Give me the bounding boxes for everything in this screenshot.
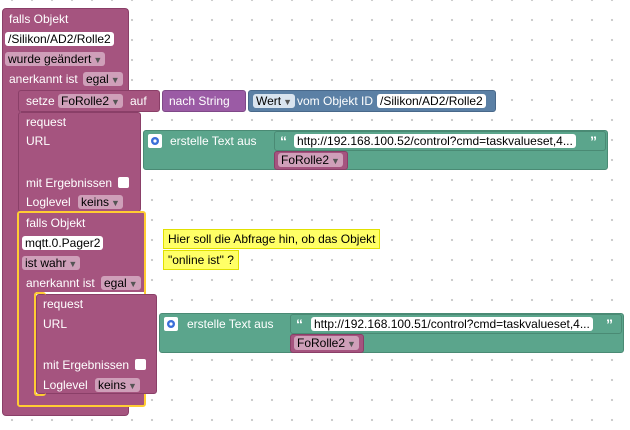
request1-label: request — [26, 115, 67, 129]
chevron-down-icon: ▼ — [93, 55, 103, 65]
outer-object-id-field[interactable]: /Silikon/AD2/Rolle2 — [5, 32, 114, 46]
request1-var-dropdown[interactable]: FoRolle2 ▼ — [278, 153, 343, 167]
from-object-label: vom Objekt ID — [297, 94, 374, 108]
request1-url-field[interactable]: http://192.168.100.52/control?cmd=taskva… — [294, 134, 576, 148]
chevron-down-icon: ▼ — [347, 339, 356, 349]
request1-results-checkbox[interactable] — [118, 177, 129, 188]
value-attribute-value: Wert — [256, 94, 282, 108]
set-label: setze — [26, 94, 55, 108]
request2-loglevel-label: Loglevel — [43, 378, 88, 392]
open-quote-icon: “ — [280, 133, 287, 149]
close-quote-icon: ” — [606, 316, 613, 332]
set-object-id-field[interactable]: /Silikon/AD2/Rolle2 — [377, 94, 486, 108]
set-on-label: auf — [130, 94, 147, 108]
chevron-down-icon: ▼ — [128, 381, 137, 391]
convert-label: nach String — [169, 94, 230, 108]
set-variable-value: FoRolle2 — [61, 94, 110, 108]
text-join1-label: erstelle Text aus — [170, 134, 257, 148]
outer-ack-label: anerkannt ist — [9, 72, 78, 86]
request2-label: request — [43, 297, 84, 311]
inner-trigger-bottom — [18, 394, 145, 406]
set-variable-dropdown[interactable]: FoRolle2 ▼ — [58, 94, 123, 108]
inner-if-label: falls Objekt — [26, 216, 86, 230]
request1-loglevel-dropdown[interactable]: keins ▼ — [78, 195, 123, 209]
request2-var-value: FoRolle2 — [297, 336, 346, 350]
chevron-down-icon: ▼ — [283, 97, 293, 107]
chevron-down-icon: ▼ — [331, 156, 340, 166]
request2-var-dropdown[interactable]: FoRolle2 ▼ — [294, 336, 359, 350]
request2-results-checkbox[interactable] — [135, 359, 146, 370]
comment-line-1[interactable]: Hier soll die Abfrage hin, ob das Objekt — [163, 229, 381, 249]
open-quote-icon: “ — [296, 316, 303, 332]
gear-icon[interactable] — [148, 134, 162, 148]
request2-loglevel-dropdown[interactable]: keins ▼ — [95, 378, 140, 392]
outer-if-label: falls Objekt — [9, 12, 69, 26]
request2-url-field[interactable]: http://192.168.100.51/control?cmd=taskva… — [311, 317, 593, 331]
chevron-down-icon: ▼ — [128, 279, 138, 289]
inner-condition-dropdown[interactable]: ist wahr ▼ — [22, 256, 81, 270]
value-attribute-dropdown[interactable]: Wert ▼ — [253, 94, 296, 108]
outer-ack-dropdown[interactable]: egal ▼ — [83, 72, 123, 86]
inner-object-id-field[interactable]: mqtt.0.Pager2 — [22, 236, 104, 250]
request1-var-value: FoRolle2 — [281, 153, 330, 167]
close-quote-icon: ” — [590, 133, 597, 149]
comment-line-2[interactable]: "online ist" ? — [163, 250, 239, 270]
outer-changed-value: wurde geändert — [8, 52, 92, 66]
request1-loglevel-value: keins — [81, 195, 110, 209]
request1-results-label: mit Ergebnissen — [26, 176, 113, 190]
chevron-down-icon: ▼ — [68, 259, 78, 269]
request2-loglevel-value: keins — [98, 378, 127, 392]
inner-ack-label: anerkannt ist — [26, 276, 95, 290]
request1-url-label: URL — [26, 134, 51, 148]
chevron-down-icon: ▼ — [111, 97, 120, 107]
inner-ack-dropdown[interactable]: egal ▼ — [101, 276, 141, 290]
outer-ack-value: egal — [86, 72, 109, 86]
text-join2-label: erstelle Text aus — [187, 317, 274, 331]
inner-ack-value: egal — [104, 276, 127, 290]
gear-icon[interactable] — [164, 317, 178, 331]
request1-loglevel-label: Loglevel — [26, 195, 71, 209]
request2-url-label: URL — [43, 317, 68, 331]
request2-results-label: mit Ergebnissen — [43, 358, 130, 372]
chevron-down-icon: ▼ — [111, 198, 120, 208]
inner-trigger-spine — [18, 290, 36, 396]
inner-condition-value: ist wahr — [25, 256, 67, 270]
chevron-down-icon: ▼ — [110, 75, 120, 85]
outer-changed-dropdown[interactable]: wurde geändert ▼ — [5, 52, 106, 66]
